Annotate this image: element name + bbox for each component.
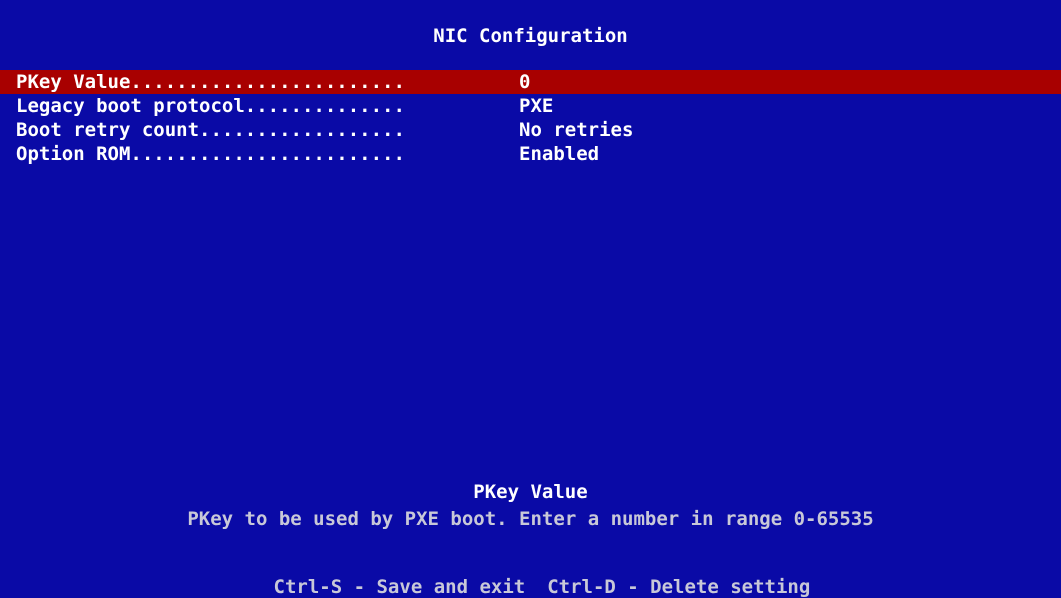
page-title: NIC Configuration xyxy=(433,25,628,47)
save-and-exit-shortcut: Ctrl-S - Save and exit xyxy=(273,576,526,598)
menu-item-value[interactable]: 0 xyxy=(519,70,530,94)
menu-item-value[interactable]: PXE xyxy=(519,94,553,118)
help-title: PKey Value xyxy=(473,481,588,503)
delete-setting-shortcut: Ctrl-D - Delete setting xyxy=(547,576,811,598)
settings-menu: PKey Value........................ 0 Leg… xyxy=(0,70,1061,166)
menu-item-label: Boot retry count.................. xyxy=(16,119,405,141)
menu-item-option-rom[interactable]: Option ROM........................ Enabl… xyxy=(0,142,1061,166)
menu-item-label: PKey Value........................ xyxy=(16,71,405,93)
menu-item-label: Legacy boot protocol.............. xyxy=(16,95,405,117)
menu-item-legacy-boot-protocol[interactable]: Legacy boot protocol.............. PXE xyxy=(0,94,1061,118)
menu-item-boot-retry-count[interactable]: Boot retry count.................. No re… xyxy=(0,118,1061,142)
menu-item-pkey-value[interactable]: PKey Value........................ 0 xyxy=(0,70,1061,94)
menu-item-value[interactable]: No retries xyxy=(519,118,633,142)
menu-item-value[interactable]: Enabled xyxy=(519,142,599,166)
shortcut-bar: Ctrl-S - Save and exit Ctrl-D - Delete se… xyxy=(0,554,1061,598)
help-text: PKey to be used by PXE boot. Enter a num… xyxy=(187,508,874,530)
menu-item-label: Option ROM........................ xyxy=(16,143,405,165)
